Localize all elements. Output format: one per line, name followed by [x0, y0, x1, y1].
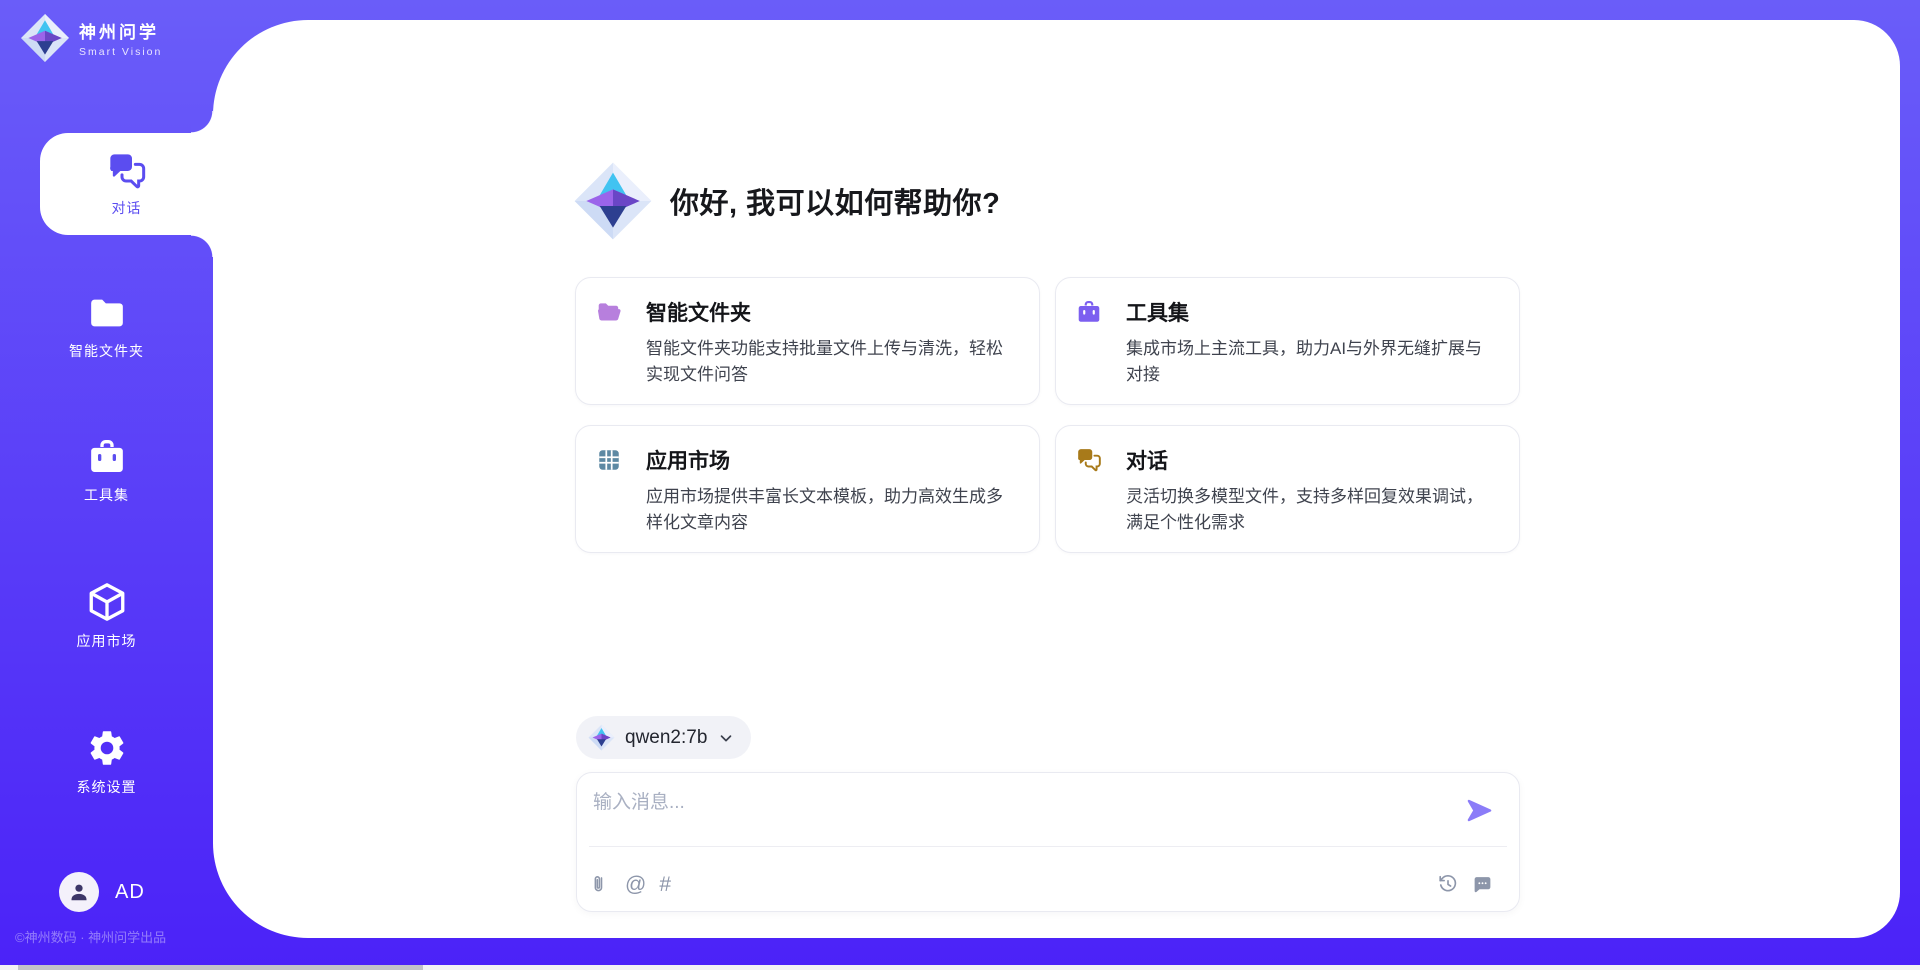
- hashtag-icon: #: [659, 874, 671, 895]
- sidebar-item-label: 对话: [112, 198, 142, 218]
- user-icon: [67, 880, 91, 904]
- card-title: 智能文件夹: [646, 297, 751, 327]
- composer-divider: [589, 846, 1507, 847]
- card-title: 应用市场: [646, 445, 730, 475]
- history-icon: [1437, 873, 1459, 895]
- feature-card-chat[interactable]: 对话 灵活切换多模型文件，支持多样回复效果调试，满足个性化需求: [1055, 425, 1520, 553]
- card-description: 集成市场上主流工具，助力AI与外界无缝扩展与对接: [1126, 336, 1495, 388]
- card-description: 应用市场提供丰富长文本模板，助力高效生成多样化文章内容: [646, 484, 1015, 536]
- sidebar-item-label: 智能文件夹: [69, 341, 144, 361]
- app-logo: 神州问学 Smart Vision: [20, 13, 162, 63]
- feature-card-grid: 智能文件夹 智能文件夹功能支持批量文件上传与清洗，轻松实现文件问答 工具集 集成…: [575, 277, 1520, 553]
- model-selector[interactable]: qwen2:7b: [576, 716, 751, 759]
- horizontal-scrollbar[interactable]: [0, 965, 1920, 970]
- greeting-section: 你好, 我可以如何帮助你?: [573, 161, 1000, 241]
- sidebar-item-label: 系统设置: [77, 777, 137, 797]
- folder-open-icon: [596, 299, 622, 325]
- mention-icon: @: [625, 874, 646, 895]
- model-logo-icon: [588, 724, 615, 751]
- briefcase-icon: [1076, 299, 1102, 325]
- grid-cube-icon: [596, 447, 622, 473]
- folder-icon: [87, 293, 127, 333]
- card-description: 智能文件夹功能支持批量文件上传与清洗，轻松实现文件问答: [646, 336, 1015, 388]
- message-composer: @ #: [576, 772, 1520, 912]
- attach-file-button[interactable]: [591, 874, 612, 895]
- feature-card-smart-folder[interactable]: 智能文件夹 智能文件夹功能支持批量文件上传与清洗，轻松实现文件问答: [575, 277, 1040, 405]
- briefcase-icon: [87, 437, 127, 477]
- brand-diamond-icon: [20, 13, 70, 63]
- horizontal-scrollbar-thumb[interactable]: [18, 965, 423, 970]
- tab-fillet-bottom: [191, 235, 213, 257]
- sidebar-item-chat[interactable]: 对话: [40, 133, 213, 235]
- sidebar-item-label: 工具集: [84, 485, 129, 505]
- cube-icon: [86, 581, 128, 623]
- feature-card-app-market[interactable]: 应用市场 应用市场提供丰富长文本模板，助力高效生成多样化文章内容: [575, 425, 1040, 553]
- chat-icon: [1076, 447, 1102, 473]
- greeting-title: 你好, 我可以如何帮助你?: [670, 180, 1000, 222]
- composer-toolbar: @ #: [591, 873, 1493, 895]
- feature-card-toolset[interactable]: 工具集 集成市场上主流工具，助力AI与外界无缝扩展与对接: [1055, 277, 1520, 405]
- send-button[interactable]: [1466, 797, 1493, 824]
- sidebar-item-settings[interactable]: 系统设置: [0, 727, 213, 797]
- chat-icon: [107, 151, 147, 191]
- sidebar-item-app-market[interactable]: 应用市场: [0, 581, 213, 651]
- card-description: 灵活切换多模型文件，支持多样回复效果调试，满足个性化需求: [1126, 484, 1495, 536]
- quick-reply-button[interactable]: [1472, 874, 1493, 895]
- card-title: 对话: [1126, 445, 1168, 475]
- copyright-text: ©神州数码 · 神州问学出品: [15, 927, 166, 946]
- chat-bubble-icon: [1472, 874, 1493, 895]
- hashtag-button[interactable]: #: [659, 874, 671, 895]
- tab-fillet-top: [191, 111, 213, 133]
- brand-name: 神州问学: [79, 18, 162, 43]
- user-profile[interactable]: AD: [59, 872, 145, 912]
- history-button[interactable]: [1437, 873, 1459, 895]
- chevron-down-icon: [717, 729, 735, 747]
- sidebar-item-toolset[interactable]: 工具集: [0, 437, 213, 505]
- assistant-diamond-icon: [573, 161, 653, 241]
- mention-button[interactable]: @: [625, 874, 646, 895]
- user-name: AD: [115, 881, 145, 904]
- send-icon: [1466, 797, 1493, 824]
- avatar[interactable]: [59, 872, 99, 912]
- message-input[interactable]: [593, 787, 1443, 819]
- main-panel: 你好, 我可以如何帮助你? 智能文件夹 智能文件夹功能支持批量文件上传与清洗，轻…: [213, 20, 1900, 938]
- card-title: 工具集: [1126, 297, 1189, 327]
- model-name: qwen2:7b: [625, 727, 707, 749]
- gear-icon: [86, 727, 128, 769]
- sidebar-item-label: 应用市场: [77, 631, 137, 651]
- sidebar-item-smart-folder[interactable]: 智能文件夹: [0, 293, 213, 361]
- brand-subtitle: Smart Vision: [79, 46, 162, 58]
- paperclip-icon: [591, 874, 612, 895]
